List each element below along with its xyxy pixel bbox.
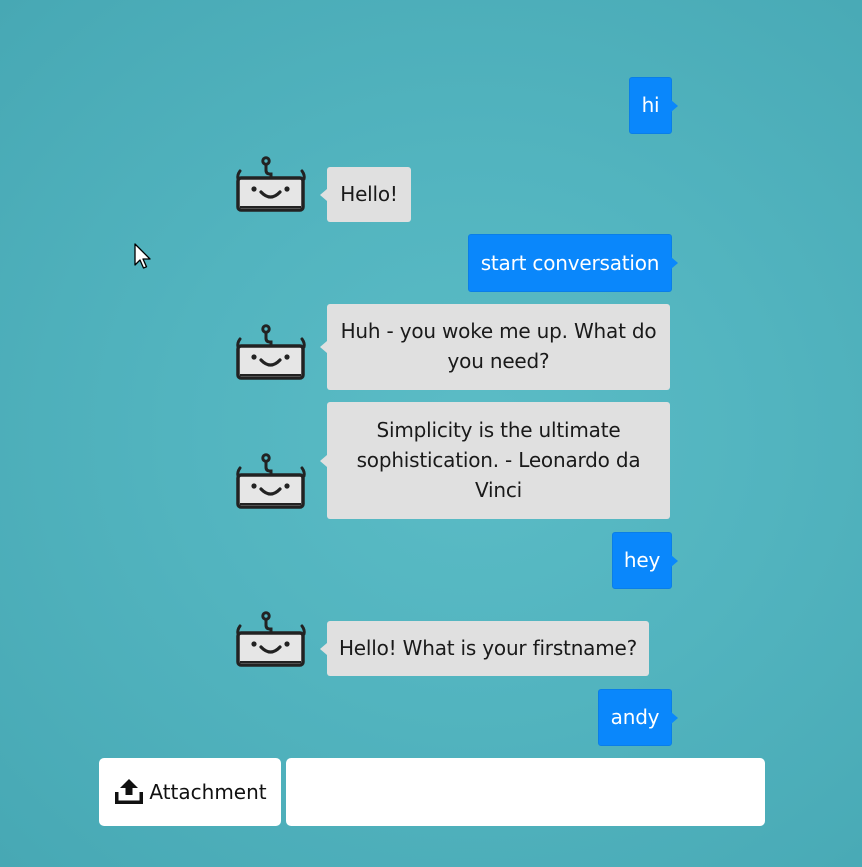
robot-face-icon — [236, 156, 306, 212]
attachment-button[interactable]: Attachment — [99, 758, 281, 826]
robot-face-icon — [236, 611, 306, 667]
bot-message-bubble: Simplicity is the ultimate sophisticatio… — [320, 402, 670, 519]
message-input[interactable] — [286, 758, 765, 826]
attachment-label: Attachment — [149, 780, 267, 804]
upload-tray-icon — [115, 779, 144, 804]
bot-message-bubble: Hello! What is your firstname? — [320, 621, 649, 676]
user-message-bubble: andy — [598, 689, 678, 746]
chat-window: hi Hello! start conversation Huh - you w… — [0, 0, 862, 867]
bot-message-bubble: Hello! — [320, 167, 411, 222]
mouse-pointer-icon — [134, 243, 151, 269]
robot-face-icon — [236, 453, 306, 509]
message-composer: Attachment — [99, 758, 765, 826]
bot-message-bubble: Huh - you woke me up. What do you need? — [320, 304, 670, 390]
user-message-bubble: start conversation — [468, 234, 678, 292]
user-message-bubble: hi — [629, 77, 678, 134]
robot-face-icon — [236, 324, 306, 380]
user-message-bubble: hey — [612, 532, 678, 589]
